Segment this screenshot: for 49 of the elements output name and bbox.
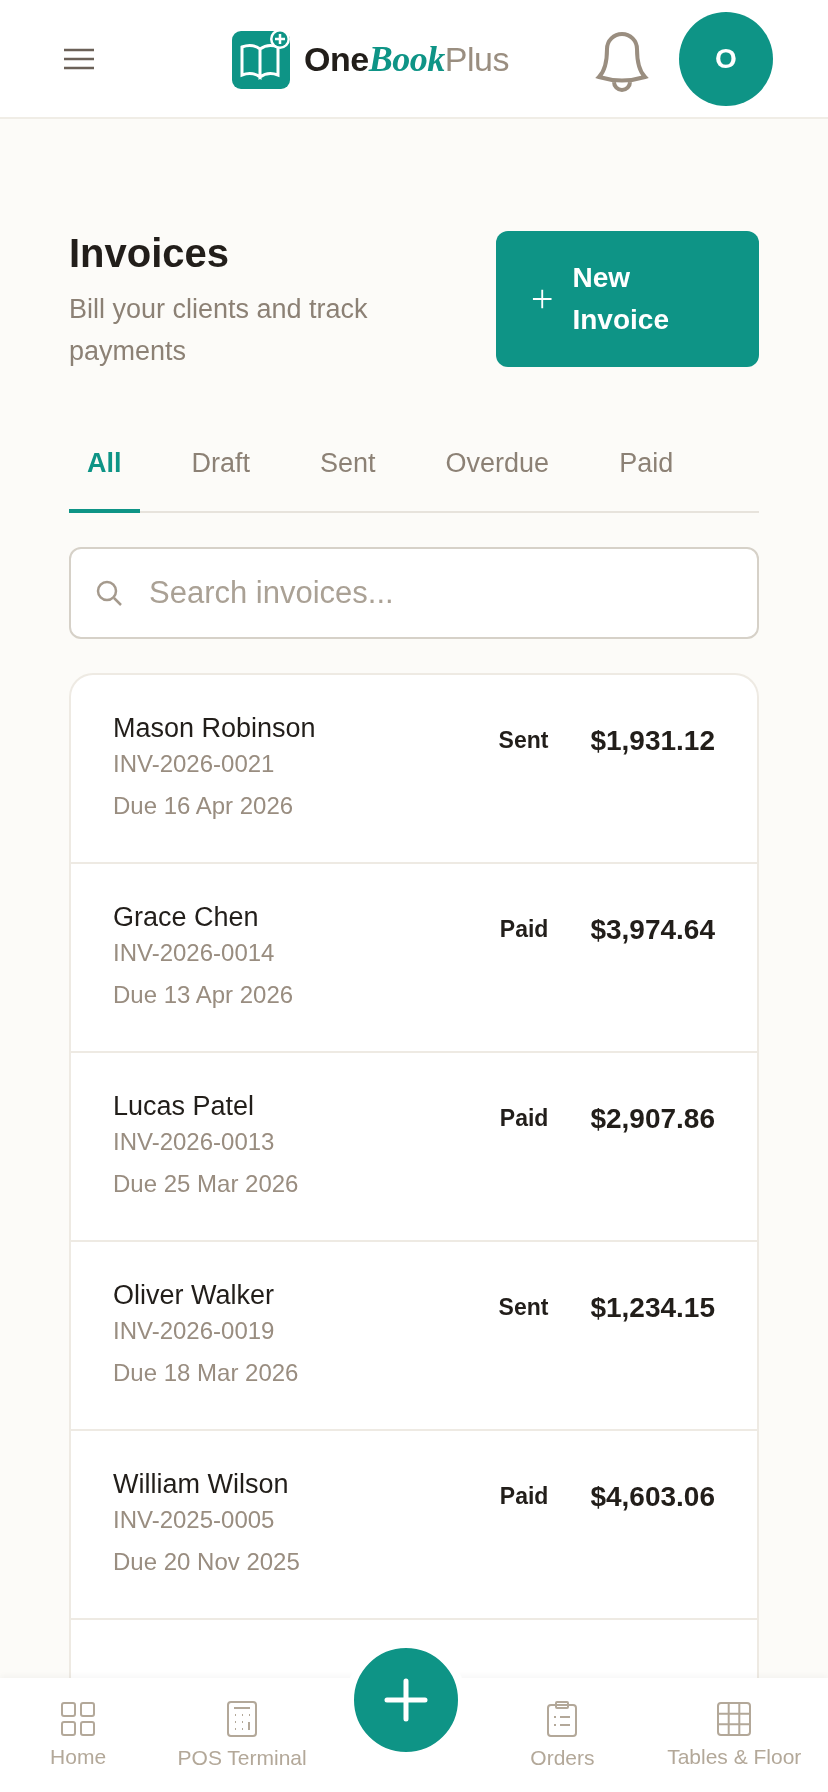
nav-tab[interactable]: Home [0, 1701, 157, 1769]
due-date: Due 16 Apr 2026 [113, 792, 295, 820]
invoice-status: Paid [499, 1483, 549, 1511]
clipboard-icon [546, 1700, 579, 1738]
filter-tab[interactable]: Draft [173, 440, 269, 513]
client-name: Lucas Patel [113, 1091, 256, 1122]
nav-tab[interactable]: POS Terminal [156, 1700, 329, 1770]
page-title: Invoices [69, 231, 231, 276]
client-name: Grace Chen [113, 902, 260, 933]
nav-tab[interactable]: Tables & Floor [640, 1701, 828, 1769]
search-icon [95, 579, 123, 607]
filter-tab[interactable]: Paid [601, 440, 692, 513]
invoice-number: INV-2026-0019 [113, 1317, 276, 1345]
invoice-status: Paid [499, 1105, 549, 1133]
due-date: Due 25 Mar 2026 [113, 1170, 300, 1198]
invoice-amount: $4,603.06 [590, 1481, 715, 1514]
invoice-status: Sent [498, 1294, 549, 1322]
filter-tab[interactable]: Sent [302, 440, 394, 513]
due-date: Due 13 Apr 2026 [113, 981, 295, 1009]
user-avatar[interactable]: O [679, 11, 773, 106]
book-logo-icon [232, 28, 293, 89]
client-name: William Wilson [113, 1469, 290, 1500]
filter-tab[interactable]: Overdue [427, 440, 568, 513]
due-date: Due 18 Mar 2026 [113, 1359, 300, 1387]
grid-icon [60, 1701, 97, 1737]
invoice-amount: $2,907.86 [590, 1103, 715, 1136]
filter-tab[interactable]: All [69, 440, 140, 513]
client-name: Oliver Walker [113, 1280, 275, 1311]
due-date: Due 20 Nov 2025 [113, 1548, 301, 1576]
invoice-status: Sent [498, 727, 549, 755]
menu-icon[interactable] [62, 46, 96, 71]
invoice-number: INV-2026-0013 [113, 1128, 276, 1156]
invoice-number: INV-2026-0021 [113, 750, 276, 778]
page-subtitle: Bill your clients and track payments [69, 293, 369, 368]
invoice-number: INV-2026-0014 [113, 939, 276, 967]
invoice-status: Paid [499, 916, 549, 944]
invoice-number: INV-2025-0005 [113, 1506, 276, 1534]
plus-icon [532, 288, 553, 310]
invoice-amount: $1,234.15 [590, 1292, 715, 1325]
table-grid-icon [716, 1701, 753, 1737]
invoice-amount: $1,931.12 [590, 725, 715, 758]
new-invoice-button[interactable]: New Invoice [496, 231, 759, 367]
app-logo-text: OneBookPlus [304, 37, 509, 80]
invoice-amount: $3,974.64 [590, 914, 715, 947]
plus-icon [384, 1678, 429, 1722]
nav-tab[interactable]: Orders [484, 1700, 641, 1770]
calculator-icon [226, 1700, 259, 1738]
client-name: Mason Robinson [113, 713, 317, 744]
search-field[interactable]: Search invoices... [69, 547, 759, 639]
